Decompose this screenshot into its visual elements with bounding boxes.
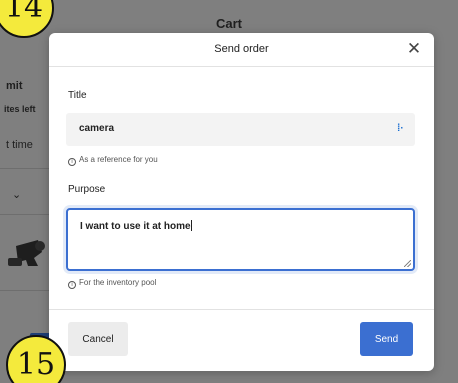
dialog-footer: Cancel Send	[49, 309, 434, 371]
title-field-label: Title	[68, 90, 87, 101]
purpose-hint: i For the inventory pool	[68, 278, 156, 289]
purpose-field-label: Purpose	[68, 184, 106, 195]
info-icon: i	[68, 281, 76, 289]
title-input-value: camera	[79, 123, 115, 134]
time-label: t time	[6, 139, 33, 151]
text-caret	[190, 220, 192, 231]
close-icon[interactable]: ✕	[404, 40, 424, 60]
purpose-textarea[interactable]: I want to use it at home	[66, 208, 415, 271]
purpose-textarea-value: I want to use it at home	[80, 221, 191, 232]
camera-thumbnail	[8, 240, 45, 266]
chevron-down-icon[interactable]: ⌄	[12, 188, 21, 201]
limit-label: mit	[6, 80, 23, 92]
resize-handle-icon[interactable]	[404, 260, 411, 267]
info-icon: i	[68, 158, 76, 166]
page-title: Cart	[215, 16, 242, 31]
send-order-dialog: Send order ✕ Title camera ⁞· i As a refer…	[49, 33, 434, 371]
dialog-title: Send order	[214, 43, 269, 55]
items-left-label: ites left	[4, 104, 36, 114]
title-input[interactable]: camera ⁞·	[66, 113, 415, 146]
send-button[interactable]: Send	[360, 322, 413, 356]
password-manager-icon[interactable]: ⁞·	[397, 123, 407, 135]
cancel-button[interactable]: Cancel	[68, 322, 128, 356]
dialog-header: Send order ✕	[49, 33, 434, 67]
title-hint: i As a reference for you	[68, 155, 158, 166]
